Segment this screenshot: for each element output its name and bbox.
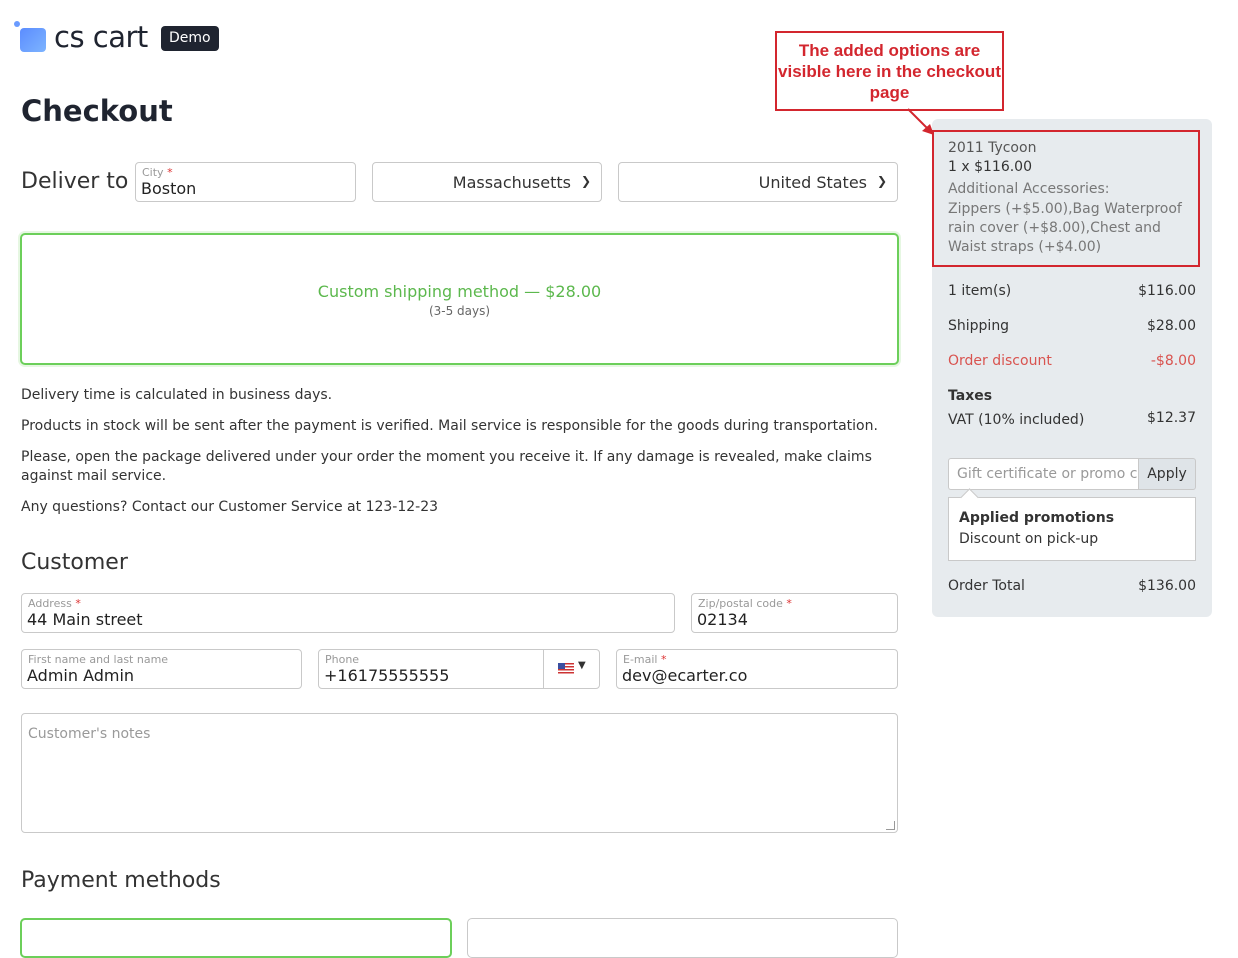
product-name[interactable]: 2011 Tycoon xyxy=(948,140,1036,156)
email-label: E-mail * xyxy=(623,653,667,666)
deliver-to-heading: Deliver to xyxy=(21,169,129,194)
applied-promotions-heading: Applied promotions xyxy=(959,510,1115,526)
discount-value: -$8.00 xyxy=(1150,353,1196,369)
taxes-heading: Taxes xyxy=(948,388,993,404)
logo-icon xyxy=(20,28,46,52)
shipping-method-card[interactable]: Custom shipping method — $28.00 (3-5 day… xyxy=(20,233,899,365)
promo-code-placeholder: Gift certificate or promo code xyxy=(957,466,1138,482)
payment-method-card-selected[interactable] xyxy=(20,918,452,958)
city-label: City * xyxy=(142,166,173,179)
zip-label: Zip/postal code * xyxy=(698,597,792,610)
applied-promotion-item: Discount on pick-up xyxy=(959,531,1099,547)
name-value: Admin Admin xyxy=(27,666,135,685)
email-field[interactable]: E-mail * dev@ecarter.co xyxy=(616,649,898,689)
address-value: 44 Main street xyxy=(27,610,143,629)
address-label: Address * xyxy=(28,597,81,610)
applied-promotions-box: Applied promotions Discount on pick-up xyxy=(948,497,1196,561)
vat-value: $12.37 xyxy=(1147,410,1196,426)
customer-notes-textarea[interactable]: Customer's notes xyxy=(21,713,898,833)
phone-label: Phone xyxy=(325,653,360,666)
chevron-down-icon: ❯ xyxy=(876,174,887,188)
state-select[interactable]: Massachusetts ❯ xyxy=(372,162,602,202)
annotation-callout: The added options are visible here in th… xyxy=(775,31,1004,111)
payment-method-card[interactable] xyxy=(467,918,898,958)
info-delivery-time: Delivery time is calculated in business … xyxy=(21,387,333,403)
state-value: Massachusetts xyxy=(452,173,571,192)
customer-heading: Customer xyxy=(21,550,128,575)
caret-down-icon: ▼ xyxy=(578,660,586,671)
shipping-value: $28.00 xyxy=(1147,318,1196,334)
address-field[interactable]: Address * 44 Main street xyxy=(21,593,675,633)
product-summary-highlight: 2011 Tycoon 1 x $116.00 Additional Acces… xyxy=(932,130,1200,267)
phone-country-picker[interactable]: ▼ xyxy=(543,649,600,689)
city-field[interactable]: City * Boston xyxy=(135,162,356,202)
accessories-value: Zippers (+$5.00),Bag Waterproof rain cov… xyxy=(948,201,1182,255)
chevron-down-icon: ❯ xyxy=(580,174,591,188)
items-value: $116.00 xyxy=(1138,283,1196,299)
logo-dot xyxy=(14,21,20,27)
phone-field[interactable]: Phone +16175555555 xyxy=(318,649,544,689)
info-stock: Products in stock will be sent after the… xyxy=(21,418,878,434)
demo-badge: Demo xyxy=(161,26,219,51)
shipping-method-days: (3-5 days) xyxy=(428,304,491,318)
name-field[interactable]: First name and last name Admin Admin xyxy=(21,649,302,689)
email-value: dev@ecarter.co xyxy=(622,666,748,685)
order-summary-sidebar: 2011 Tycoon 1 x $116.00 Additional Acces… xyxy=(932,119,1212,617)
shipping-method-name: Custom shipping method — $28.00 xyxy=(317,282,602,301)
country-value: United States xyxy=(758,173,867,192)
order-total-value: $136.00 xyxy=(1138,578,1196,594)
product-qty-price: 1 x $116.00 xyxy=(948,159,1032,175)
us-flag-icon xyxy=(558,663,574,674)
apply-button[interactable]: Apply xyxy=(1138,458,1196,490)
page-title: Checkout xyxy=(21,94,173,128)
resize-handle-icon[interactable] xyxy=(886,821,895,830)
customer-notes-placeholder: Customer's notes xyxy=(28,726,151,742)
zip-value: 02134 xyxy=(697,610,748,629)
zip-field[interactable]: Zip/postal code * 02134 xyxy=(691,593,898,633)
phone-value: +16175555555 xyxy=(324,666,450,685)
annotation-arrow-icon xyxy=(907,108,934,135)
country-select[interactable]: United States ❯ xyxy=(618,162,898,202)
city-value: Boston xyxy=(141,179,197,198)
info-contact: Any questions? Contact our Customer Serv… xyxy=(21,499,439,515)
info-package: Please, open the package delivered under… xyxy=(21,449,872,484)
promo-code-input[interactable]: Gift certificate or promo code xyxy=(948,458,1138,490)
name-label: First name and last name xyxy=(28,653,169,666)
accessories-label: Additional Accessories: xyxy=(948,181,1110,197)
payment-heading: Payment methods xyxy=(21,868,221,893)
brand-name[interactable]: cs cart xyxy=(54,20,148,54)
